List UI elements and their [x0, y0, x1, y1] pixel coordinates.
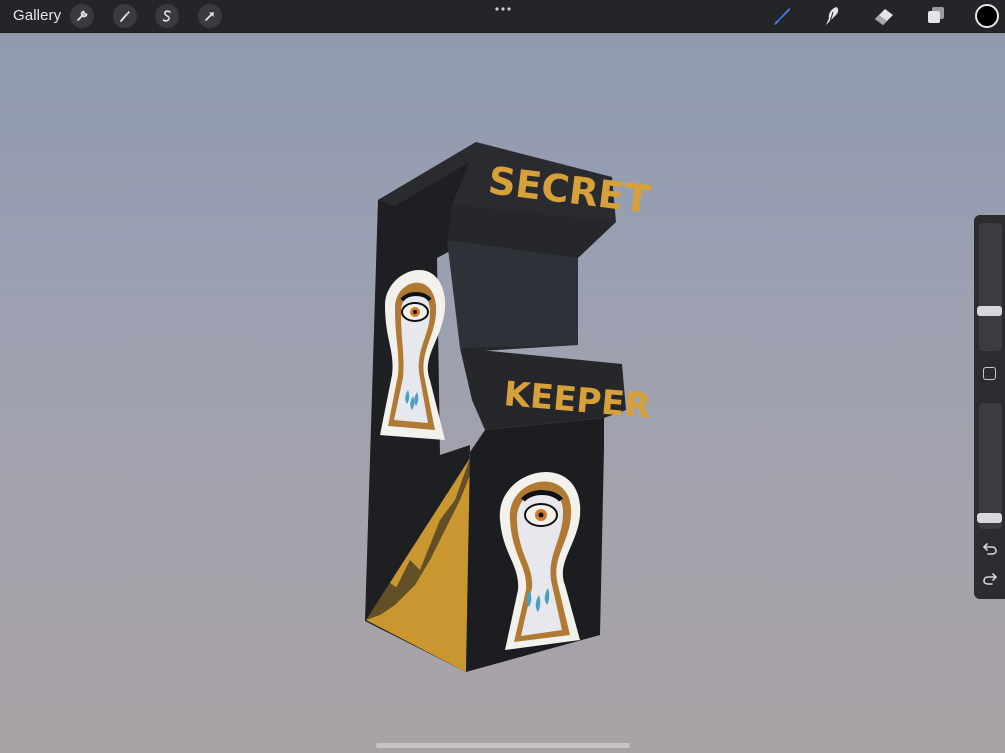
transform-arrow-icon — [205, 12, 214, 21]
smudge-icon — [826, 7, 839, 25]
opacity-thumb[interactable] — [977, 513, 1002, 523]
brush-size-thumb[interactable] — [977, 306, 1002, 316]
color-picker-button[interactable] — [975, 4, 999, 28]
top-toolbar: Gallery — [0, 0, 1005, 33]
redo-icon[interactable] — [982, 571, 998, 585]
home-indicator[interactable] — [376, 743, 630, 748]
undo-icon[interactable] — [982, 541, 998, 555]
magic-wand-icon — [120, 10, 131, 22]
brush-tool-button[interactable] — [770, 4, 794, 28]
smudge-tool-button[interactable] — [820, 4, 844, 28]
cabinet-screen — [447, 240, 578, 348]
gallery-button[interactable]: Gallery — [13, 7, 61, 24]
transform-button[interactable] — [198, 4, 222, 28]
arcade-cabinet-artwork: SECRET KEEPER — [365, 142, 652, 672]
wrench-icon — [77, 10, 88, 21]
layers-icon — [928, 7, 944, 23]
actions-button[interactable] — [70, 4, 94, 28]
selection-button[interactable] — [155, 4, 179, 28]
brush-icon — [774, 8, 791, 25]
opacity-slider[interactable] — [979, 403, 1002, 529]
eraser-tool-button[interactable] — [872, 4, 896, 28]
more-options-icon[interactable] — [493, 4, 513, 14]
eraser-icon — [875, 9, 893, 25]
selection-s-icon — [162, 10, 171, 22]
modify-button[interactable] — [983, 367, 996, 380]
brush-size-slider[interactable] — [979, 223, 1002, 351]
side-toolbar — [974, 215, 1005, 599]
layers-button[interactable] — [924, 4, 948, 28]
adjustments-button[interactable] — [113, 4, 137, 28]
